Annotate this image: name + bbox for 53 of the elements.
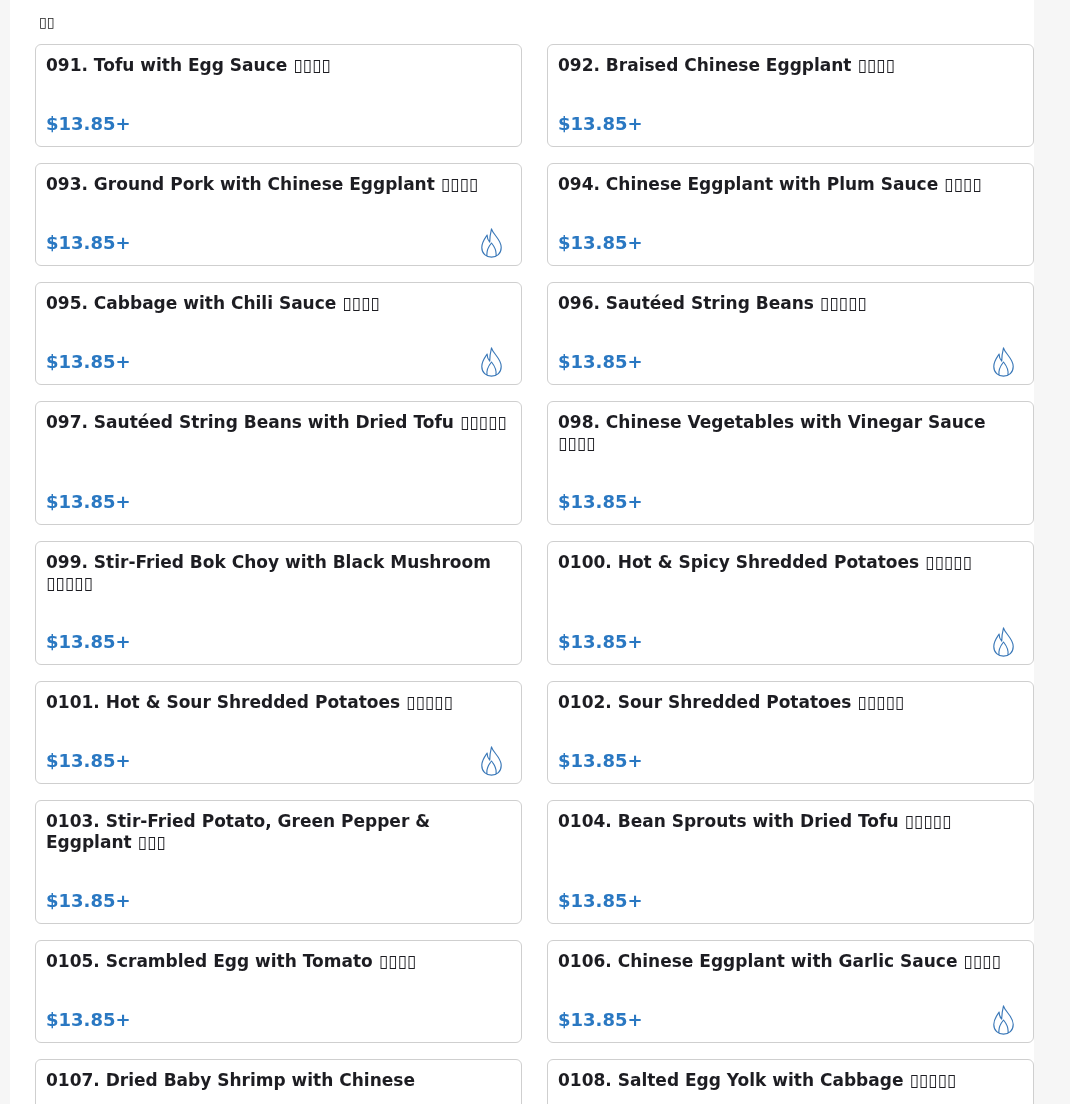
item-price: $13.85+: [46, 889, 131, 913]
menu-item-card[interactable]: 099. Stir-Fried Bok Choy with Black Mushroom ▯▯▯▯▯ $13.85+: [35, 541, 522, 665]
menu-item-card[interactable]: 094. Chinese Eggplant with Plum Sauce ▯▯▯▯ $13.85+: [547, 163, 1034, 266]
menu-item-card[interactable]: 091. Tofu with Egg Sauce ▯▯▯▯ $13.85+: [35, 44, 522, 147]
menu-item-card[interactable]: 0104. Bean Sprouts with Dried Tofu ▯▯▯▯▯ $13.85+: [547, 800, 1034, 924]
menu-item-card[interactable]: 095. Cabbage with Chili Sauce ▯▯▯▯ $13.85+: [35, 282, 522, 385]
section-title: ▯▯: [38, 13, 56, 32]
item-price: $13.85+: [46, 749, 131, 773]
item-title: 097. Sautéed String Beans with Dried Tofu ▯▯▯▯▯: [46, 412, 508, 433]
item-title: 096. Sautéed String Beans ▯▯▯▯▯: [558, 293, 868, 314]
menu-item-card[interactable]: 098. Chinese Vegetables with Vinegar Sauce ▯▯▯▯ $13.85+: [547, 401, 1034, 525]
menu-item-card[interactable]: 096. Sautéed String Beans ▯▯▯▯▯ $13.85+: [547, 282, 1034, 385]
menu-item-card[interactable]: 0105. Scrambled Egg with Tomato ▯▯▯▯ $13.85+: [35, 940, 522, 1043]
menu-item-card[interactable]: 092. Braised Chinese Eggplant ▯▯▯▯ $13.85+: [547, 44, 1034, 147]
menu-item-card[interactable]: 0100. Hot & Spicy Shredded Potatoes ▯▯▯▯▯ $13.85+: [547, 541, 1034, 665]
item-price: $13.85+: [558, 889, 643, 913]
item-price: $13.85+: [558, 749, 643, 773]
item-price: $13.85+: [46, 231, 131, 255]
menu-item-card[interactable]: 0108. Salted Egg Yolk with Cabbage ▯▯▯▯▯: [547, 1059, 1034, 1104]
item-title: 098. Chinese Vegetables with Vinegar Sauce ▯▯▯▯: [558, 412, 987, 454]
item-title: 0101. Hot & Sour Shredded Potatoes ▯▯▯▯▯: [46, 692, 454, 713]
item-title: 0106. Chinese Eggplant with Garlic Sauce ▯▯▯▯: [558, 951, 1002, 972]
menu-item-card[interactable]: 097. Sautéed String Beans with Dried Tofu ▯▯▯▯▯ $13.85+: [35, 401, 522, 525]
item-price: $13.85+: [558, 112, 643, 136]
item-price: $13.85+: [558, 350, 643, 374]
item-title: 099. Stir-Fried Bok Choy with Black Mushroom ▯▯▯▯▯: [46, 552, 492, 594]
item-title: 0100. Hot & Spicy Shredded Potatoes ▯▯▯▯▯: [558, 552, 973, 573]
item-price: $13.85+: [558, 630, 643, 654]
menu-item-card[interactable]: 0102. Sour Shredded Potatoes ▯▯▯▯▯ $13.85+: [547, 681, 1034, 784]
item-price: $13.85+: [46, 1008, 131, 1032]
menu-item-card[interactable]: 0101. Hot & Sour Shredded Potatoes ▯▯▯▯▯ $13.85+: [35, 681, 522, 784]
item-price: $13.85+: [558, 490, 643, 514]
item-title: 0104. Bean Sprouts with Dried Tofu ▯▯▯▯▯: [558, 811, 953, 832]
item-title: 0103. Stir-Fried Potato, Green Pepper & Eggplant ▯▯▯: [46, 811, 431, 853]
item-title: 0107. Dried Baby Shrimp with Chinese: [46, 1070, 416, 1091]
item-price: $13.85+: [46, 350, 131, 374]
item-title: 0102. Sour Shredded Potatoes ▯▯▯▯▯: [558, 692, 906, 713]
item-title: 095. Cabbage with Chili Sauce ▯▯▯▯: [46, 293, 381, 314]
item-title: 092. Braised Chinese Eggplant ▯▯▯▯: [558, 55, 896, 76]
item-price: $13.85+: [558, 231, 643, 255]
menu-item-card[interactable]: 0106. Chinese Eggplant with Garlic Sauce ▯▯▯▯ $13.85+: [547, 940, 1034, 1043]
menu-item-card[interactable]: 0107. Dried Baby Shrimp with Chinese: [35, 1059, 522, 1104]
menu-item-card[interactable]: 093. Ground Pork with Chinese Eggplant ▯▯▯▯ $13.85+: [35, 163, 522, 266]
item-price: $13.85+: [46, 112, 131, 136]
item-title: 093. Ground Pork with Chinese Eggplant ▯▯▯▯: [46, 174, 480, 195]
item-title: 0108. Salted Egg Yolk with Cabbage ▯▯▯▯▯: [558, 1070, 958, 1091]
item-title: 0105. Scrambled Egg with Tomato ▯▯▯▯: [46, 951, 418, 972]
item-title: 094. Chinese Eggplant with Plum Sauce ▯▯▯▯: [558, 174, 983, 195]
item-price: $13.85+: [46, 630, 131, 654]
item-price: $13.85+: [46, 490, 131, 514]
menu-item-card[interactable]: 0103. Stir-Fried Potato, Green Pepper & Eggplant ▯▯▯ $13.85+: [35, 800, 522, 924]
item-price: $13.85+: [558, 1008, 643, 1032]
item-title: 091. Tofu with Egg Sauce ▯▯▯▯: [46, 55, 332, 76]
